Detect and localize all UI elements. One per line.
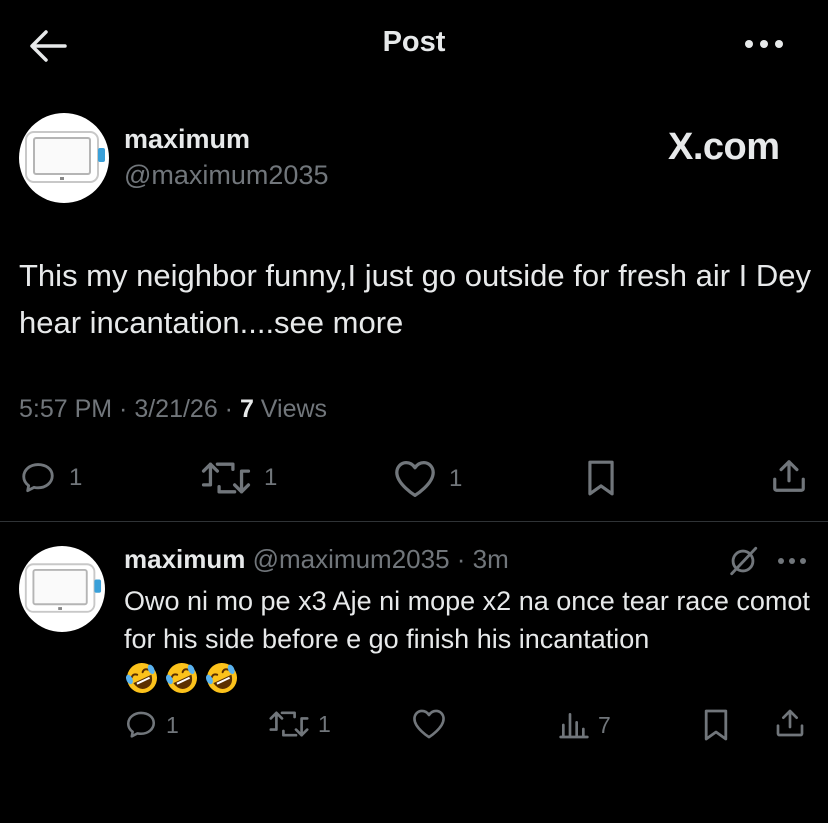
share-icon bbox=[776, 709, 804, 737]
avatar[interactable] bbox=[19, 113, 109, 203]
share-icon bbox=[773, 460, 805, 492]
arrow-left-icon bbox=[30, 30, 67, 62]
heart-icon bbox=[413, 709, 445, 739]
author-name[interactable]: maximum bbox=[124, 124, 250, 155]
rofl-emoji bbox=[205, 663, 237, 693]
reply-button[interactable]: 1 bbox=[19, 459, 82, 497]
analytics-icon bbox=[559, 713, 589, 739]
reply-text: Owo ni mo pe x3 Aje ni mope x2 na once t… bbox=[124, 586, 810, 654]
heart-icon bbox=[395, 461, 435, 497]
repost-icon bbox=[269, 711, 309, 737]
reply-icon bbox=[126, 711, 156, 738]
repost-button[interactable]: 1 bbox=[200, 459, 277, 497]
bookmark-icon bbox=[704, 709, 728, 741]
divider bbox=[0, 521, 828, 522]
reply-share-button[interactable] bbox=[774, 706, 806, 740]
reply-bookmark-button[interactable] bbox=[702, 708, 730, 742]
reply-reply-count: 1 bbox=[166, 711, 179, 738]
tweet-metadata: 5:57 PM · 3/21/26 · 7 Views bbox=[19, 395, 327, 424]
views-count: 7 bbox=[239, 395, 254, 423]
top-bar: Post bbox=[0, 0, 828, 90]
tweet-timestamp[interactable]: 5:57 PM · 3/21/26 · bbox=[19, 395, 240, 423]
reply-header: maximum @maximum2035 · 3m bbox=[124, 544, 509, 575]
emoji-row bbox=[124, 660, 814, 696]
grok-button[interactable] bbox=[726, 544, 760, 578]
rofl-emoji bbox=[125, 663, 157, 693]
reply-repost-count: 1 bbox=[318, 710, 331, 737]
reply-avatar[interactable] bbox=[19, 546, 105, 632]
reply-views-button[interactable]: 7 bbox=[558, 708, 611, 742]
tweet-text: This my neighbor funny,I just go outside… bbox=[19, 258, 812, 340]
like-count: 1 bbox=[449, 465, 463, 492]
tablet-icon bbox=[24, 563, 102, 613]
rofl-emoji bbox=[165, 663, 197, 693]
reply-author-handle[interactable]: @maximum2035 · 3m bbox=[253, 544, 509, 574]
views-label: Views bbox=[253, 395, 328, 423]
repost-count: 1 bbox=[264, 464, 278, 491]
like-button[interactable]: 1 bbox=[393, 459, 462, 499]
reply-body: Owo ni mo pe x3 Aje ni mope x2 na once t… bbox=[124, 582, 814, 696]
reply-more-button[interactable] bbox=[772, 546, 812, 576]
reply-icon bbox=[22, 463, 54, 493]
back-button[interactable] bbox=[28, 26, 68, 66]
bookmark-button[interactable] bbox=[584, 459, 618, 497]
reply-reply-button[interactable]: 1 bbox=[124, 708, 179, 742]
reply-author-name[interactable]: maximum bbox=[124, 544, 245, 574]
page-title: Post bbox=[382, 26, 446, 58]
more-horizontal-icon bbox=[745, 40, 783, 48]
share-button[interactable] bbox=[770, 456, 808, 496]
reply-views-count: 7 bbox=[598, 711, 611, 738]
reply-repost-button[interactable]: 1 bbox=[268, 708, 331, 740]
reply-count: 1 bbox=[69, 464, 83, 491]
more-options-button[interactable] bbox=[742, 26, 786, 62]
more-horizontal-icon bbox=[778, 558, 806, 564]
tablet-icon bbox=[25, 131, 105, 183]
author-handle[interactable]: @maximum2035 bbox=[124, 160, 328, 191]
bookmark-icon bbox=[588, 460, 614, 496]
grok-icon bbox=[730, 546, 758, 576]
reply-like-button[interactable] bbox=[411, 708, 447, 740]
repost-icon bbox=[201, 462, 251, 494]
source-badge: X.com bbox=[668, 126, 780, 168]
